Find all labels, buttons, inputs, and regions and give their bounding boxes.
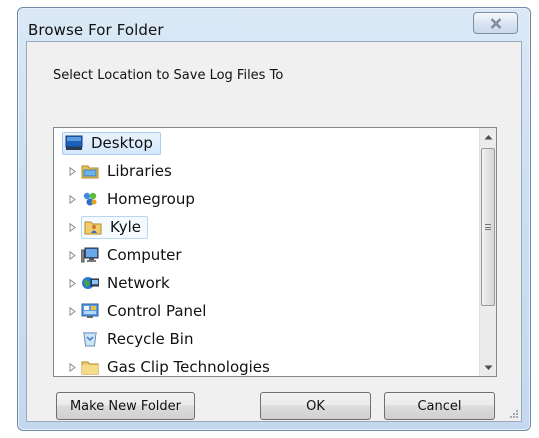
expand-arrow-icon[interactable] [66, 362, 78, 372]
folder-tree[interactable]: Desktop Libraries Homegroup Kyle Computer Net… [53, 127, 497, 377]
dialog-title: Browse For Folder [28, 21, 164, 39]
tree-item-label: Kyle [110, 218, 142, 236]
tree-item-content: Kyle [81, 215, 149, 239]
expand-arrow-icon[interactable] [66, 166, 78, 176]
recycle-bin-icon [81, 330, 99, 348]
instruction-text: Select Location to Save Log Files To [53, 68, 284, 83]
tree-item-network[interactable]: Network [66, 270, 173, 296]
homegroup-icon [81, 190, 99, 208]
tree-item-label: Computer [107, 246, 182, 264]
libraries-icon [81, 162, 99, 180]
make-new-folder-button[interactable]: Make New Folder [56, 392, 195, 420]
folder-icon [81, 358, 99, 376]
close-icon [490, 17, 501, 29]
expand-arrow-icon[interactable] [66, 306, 78, 316]
control-panel-icon [81, 302, 99, 320]
tree-item-content: Libraries [81, 161, 175, 181]
browse-folder-dialog: Browse For Folder Select Location to Sav… [17, 7, 531, 431]
tree-item-label: Homegroup [107, 190, 195, 208]
tree-item-recycle-bin[interactable]: Recycle Bin [66, 326, 196, 352]
tree-item-content: Network [81, 273, 173, 293]
resize-grip-icon[interactable] [509, 409, 519, 419]
cancel-button[interactable]: Cancel [384, 392, 495, 420]
expand-arrow-icon[interactable] [66, 250, 78, 260]
tree-item-content: Gas Clip Technologies [81, 357, 273, 376]
tree-item-label: Control Panel [107, 302, 207, 320]
scroll-down-button[interactable] [480, 359, 496, 376]
tree-item-content: Control Panel [81, 301, 209, 321]
folder-tree-list: Desktop Libraries Homegroup Kyle Computer Net… [54, 128, 479, 376]
tree-item-libraries[interactable]: Libraries [66, 158, 175, 184]
tree-item-computer[interactable]: Computer [66, 242, 185, 268]
tree-item-label: Desktop [91, 134, 153, 152]
tree-item-control-panel[interactable]: Control Panel [66, 298, 209, 324]
tree-item-label: Network [107, 274, 170, 292]
scroll-up-button[interactable] [480, 128, 496, 145]
ok-button[interactable]: OK [260, 392, 371, 420]
vertical-scrollbar[interactable] [479, 128, 496, 376]
user-folder-icon [84, 218, 102, 236]
tree-item-kyle[interactable]: Kyle [66, 214, 149, 240]
tree-item-gas-clip-technologies[interactable]: Gas Clip Technologies [66, 354, 273, 376]
tree-item-label: Recycle Bin [107, 330, 194, 348]
grip-icon [485, 224, 491, 230]
tree-item-homegroup[interactable]: Homegroup [66, 186, 198, 212]
dialog-body: Select Location to Save Log Files To Des… [26, 41, 522, 422]
scrollbar-thumb[interactable] [481, 148, 495, 306]
expand-arrow-icon[interactable] [66, 278, 78, 288]
tree-item-content: Desktop [62, 131, 161, 155]
desktop-icon [65, 134, 83, 152]
close-button[interactable] [473, 12, 518, 34]
tree-item-content: Recycle Bin [81, 329, 196, 349]
arrow-down-icon [484, 365, 492, 370]
tree-item-content: Computer [81, 245, 185, 265]
tree-item-label: Gas Clip Technologies [107, 358, 270, 376]
tree-item-desktop[interactable]: Desktop [62, 130, 161, 156]
tree-item-label: Libraries [107, 162, 172, 180]
arrow-up-icon [484, 134, 492, 139]
expand-arrow-icon[interactable] [66, 222, 78, 232]
computer-icon [81, 246, 99, 264]
expand-arrow-icon[interactable] [66, 194, 78, 204]
network-icon [81, 274, 99, 292]
tree-item-content: Homegroup [81, 189, 198, 209]
